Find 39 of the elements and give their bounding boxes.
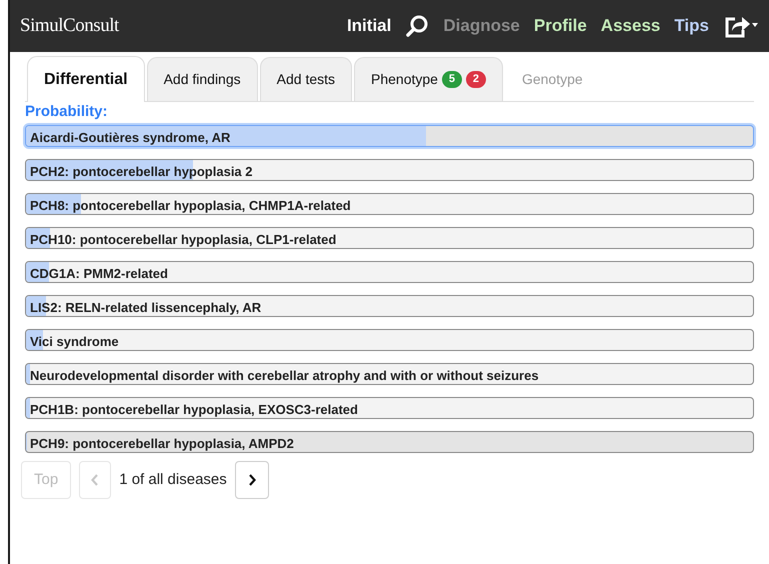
chevron-right-icon [248, 474, 256, 486]
logo[interactable]: SimulConsult [20, 12, 119, 40]
share-icon[interactable] [723, 14, 759, 38]
count-badge: 5 [442, 71, 462, 88]
disease-name: Neurodevelopmental disorder with cerebellar atrophy and with or without seizures [29, 368, 539, 383]
next-button[interactable] [234, 461, 269, 499]
nav-link[interactable]: Initial [346, 13, 392, 39]
search-icon[interactable] [405, 14, 430, 38]
disease-name: PCH1B: pontocerebellar hypoplasia, EXOSC3-related [29, 402, 358, 417]
count-badge: 2 [466, 71, 486, 88]
disease-name: LIS2: RELN-related lissencephaly, AR [29, 300, 262, 315]
nav-link[interactable]: Tips [674, 13, 709, 39]
nav-link[interactable]: Diagnose [443, 13, 520, 39]
tab[interactable]: Differential [27, 56, 145, 102]
page-status: 1 of all diseases [119, 470, 227, 490]
disease-name: PCH8: pontocerebellar hypoplasia, CHMP1A-related [29, 198, 351, 213]
disease-bar[interactable]: LIS2: RELN-related lissencephaly, AR [25, 295, 754, 317]
disease-name: Aicardi-Goutières syndrome, AR [29, 130, 230, 145]
disease-bar[interactable]: PCH2: pontocerebellar hypoplasia 2 [25, 159, 754, 181]
tab[interactable]: Add tests [260, 57, 352, 101]
disease-bar[interactable]: PCH1B: pontocerebellar hypoplasia, EXOSC3-related [25, 397, 754, 419]
disease-bar[interactable]: Vici syndrome [25, 329, 754, 351]
tab[interactable]: Add findings [146, 57, 258, 101]
nav-link[interactable]: Profile [534, 13, 587, 39]
disease-bar[interactable]: Aicardi-Goutières syndrome, AR [25, 125, 754, 147]
disease-bar[interactable]: PCH10: pontocerebellar hypoplasia, CLP1-related [25, 227, 754, 249]
disease-name: PCH10: pontocerebellar hypoplasia, CLP1-related [29, 232, 336, 247]
disease-bar[interactable]: Neurodevelopmental disorder with cerebellar atrophy and with or without seizures [25, 363, 754, 385]
chevron-left-icon [91, 474, 100, 486]
nav-link[interactable]: Assess [600, 13, 660, 39]
section-label: Probability: [25, 103, 109, 121]
tab[interactable]: Phenotype 5 2 [354, 57, 503, 101]
disease-name: PCH2: pontocerebellar hypoplasia 2 [29, 164, 253, 179]
disease-bar[interactable]: CDG1A: PMM2-related [25, 261, 754, 283]
disease-name: Vici syndrome [29, 334, 119, 349]
disease-bar[interactable]: PCH9: pontocerebellar hypoplasia, AMPD2 [25, 431, 754, 453]
disease-bar[interactable]: PCH8: pontocerebellar hypoplasia, CHMP1A-related [25, 193, 754, 215]
disease-name: CDG1A: PMM2-related [29, 266, 168, 281]
disease-name: PCH9: pontocerebellar hypoplasia, AMPD2 [29, 436, 294, 451]
